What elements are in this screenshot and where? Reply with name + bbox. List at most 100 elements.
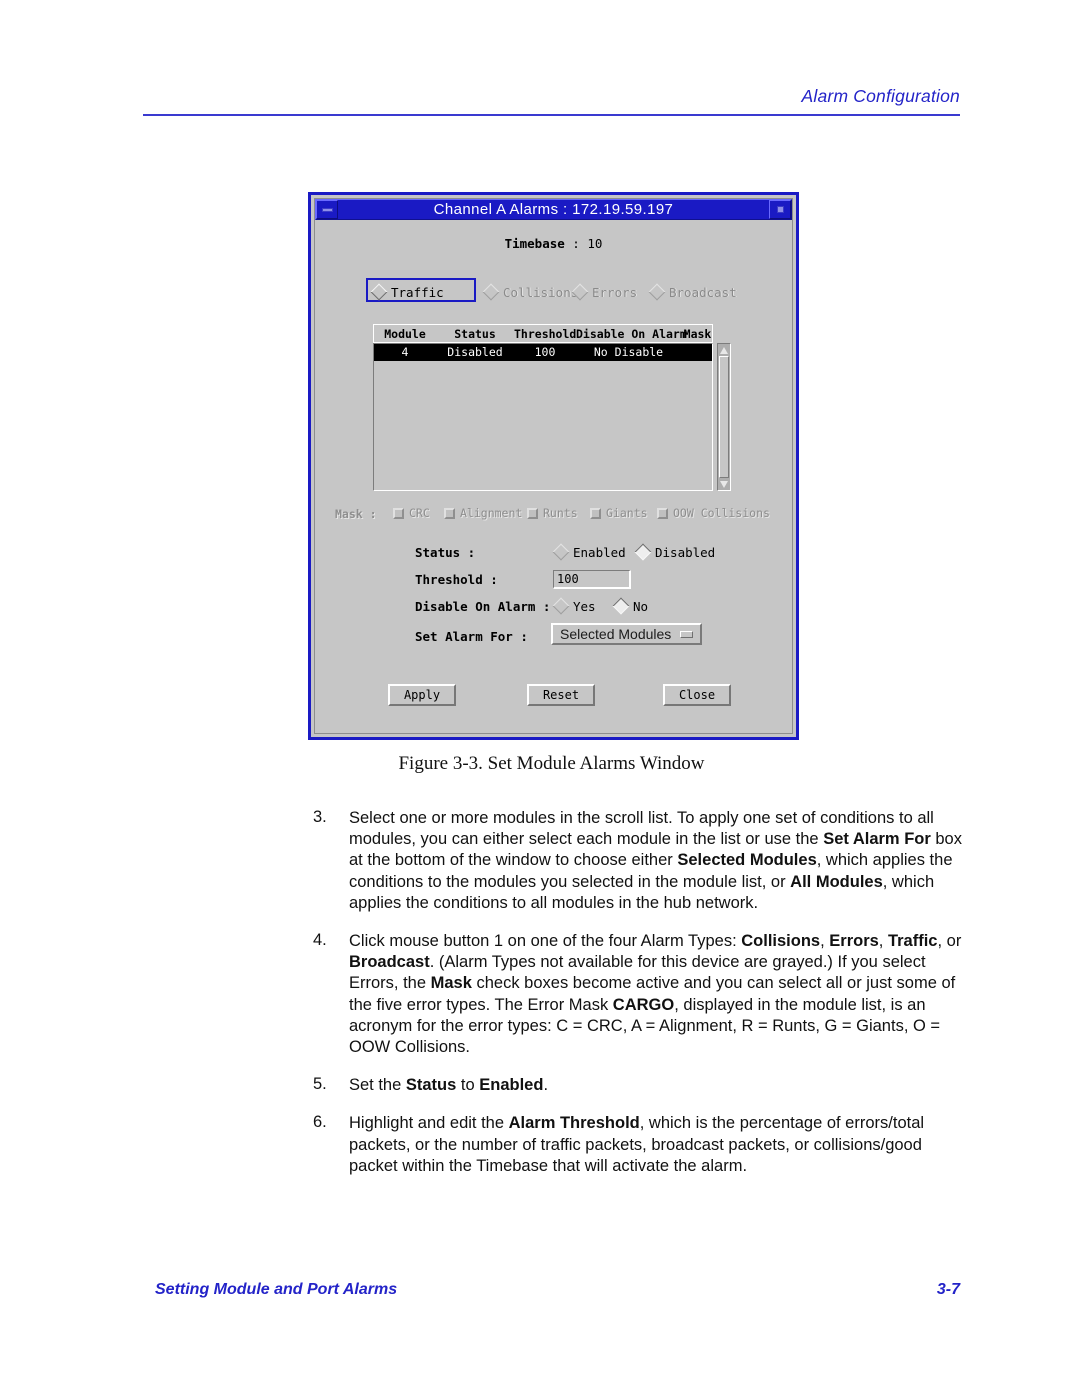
step-number: 4. — [313, 931, 327, 950]
threshold-label: Threshold : — [415, 572, 498, 587]
disable-on-alarm-option-label: No — [633, 598, 649, 614]
radio-diamond-icon — [552, 597, 570, 615]
mask-label: CRC — [409, 506, 430, 520]
checkbox-icon — [590, 507, 601, 519]
module-list-header: Module Status Threshold Disable On Alarm… — [373, 324, 713, 343]
radio-diamond-icon — [552, 543, 570, 561]
status-option-label: Enabled — [573, 544, 626, 560]
step-text: Select one or more modules in the scroll… — [349, 809, 962, 912]
window-title: Channel A Alarms : 172.19.59.197 — [433, 201, 674, 218]
checkbox-icon — [527, 507, 538, 519]
module-list-body[interactable]: 4 Disabled 100 No Disable — [373, 343, 713, 491]
status-option-label: Disabled — [655, 544, 716, 560]
cell-status: Disabled — [447, 345, 503, 359]
alarm-type-radio-group: Traffic Collisions Errors Broadcast — [366, 278, 753, 304]
disable-on-alarm-row: Disable On Alarm : Yes No — [415, 596, 755, 623]
cell-disable-on-alarm: No Disable — [593, 345, 664, 359]
mask-checkbox-alignment: Alignment — [444, 506, 522, 520]
alarm-type-label: Collisions — [503, 284, 579, 300]
minimize-icon — [321, 207, 333, 212]
alarm-type-label: Errors — [592, 284, 638, 300]
radio-diamond-icon — [634, 543, 652, 561]
mask-label: OOW Collisions — [673, 506, 770, 520]
table-row[interactable]: 4 Disabled 100 No Disable — [374, 344, 712, 361]
maximize-icon — [776, 206, 784, 213]
disable-on-alarm-option-no[interactable]: No — [612, 596, 649, 616]
step-number: 5. — [313, 1075, 327, 1094]
radio-diamond-icon — [612, 597, 630, 615]
option-menu-indicator-icon — [680, 630, 694, 638]
column-header-module: Module — [384, 327, 426, 341]
step-text: Click mouse button 1 on one of the four … — [349, 932, 962, 1057]
threshold-row: Threshold : 100 — [415, 569, 755, 596]
dialog-button-row: Apply Reset Close — [315, 684, 792, 708]
status-option-disabled[interactable]: Disabled — [634, 542, 716, 562]
alarm-type-broadcast[interactable]: Broadcast — [648, 282, 737, 302]
radio-diamond-icon — [571, 283, 589, 301]
timebase-label: Timebase — [504, 236, 565, 251]
column-header-mask: Mask — [683, 327, 712, 341]
module-list-scrollbar[interactable] — [717, 343, 731, 491]
scroll-up-arrow-icon[interactable] — [719, 345, 729, 355]
minimize-button[interactable] — [316, 200, 338, 219]
footer-page-number: 3-7 — [936, 1281, 960, 1298]
figure-caption: Figure 3-3. Set Module Alarms Window — [398, 753, 705, 774]
list-item: 4. Click mouse button 1 on one of the fo… — [313, 931, 973, 1058]
mask-checkbox-runts: Runts — [527, 506, 578, 520]
column-header-disable-on-alarm: Disable On Alarm — [576, 327, 687, 341]
cell-module: 4 — [401, 345, 409, 359]
status-option-enabled[interactable]: Enabled — [552, 542, 626, 562]
timebase-separator: : — [564, 236, 588, 251]
scroll-down-arrow-icon[interactable] — [719, 479, 729, 489]
checkbox-icon — [444, 507, 455, 519]
alarm-type-traffic[interactable]: Traffic — [366, 278, 476, 302]
alarm-window: Channel A Alarms : 172.19.59.197 Timebas… — [308, 192, 799, 740]
window-title-bar: Channel A Alarms : 172.19.59.197 — [315, 199, 792, 220]
step-text: Highlight and edit the Alarm Threshold, … — [349, 1114, 925, 1175]
set-alarm-for-row: Set Alarm For : Selected Modules — [415, 623, 755, 655]
mask-label: Giants — [606, 506, 648, 520]
radio-diamond-icon — [482, 283, 500, 301]
threshold-input[interactable]: 100 — [553, 570, 631, 589]
module-list[interactable]: Module Status Threshold Disable On Alarm… — [373, 324, 731, 492]
status-label: Status : — [415, 545, 476, 560]
set-alarm-for-value: Selected Modules — [560, 626, 672, 642]
set-alarm-for-label: Set Alarm For : — [415, 629, 528, 644]
maximize-button[interactable] — [769, 200, 791, 219]
reset-button[interactable]: Reset — [527, 684, 595, 706]
apply-button[interactable]: Apply — [388, 684, 456, 706]
step-number: 3. — [313, 808, 327, 826]
mask-checkbox-giants: Giants — [590, 506, 648, 520]
list-item: 6. Highlight and edit the Alarm Threshol… — [313, 1113, 973, 1177]
step-text: Set the Status to Enabled. — [349, 1076, 549, 1095]
footer-rule — [143, 1273, 960, 1275]
step-number: 6. — [313, 1113, 327, 1132]
disable-on-alarm-label: Disable On Alarm : — [415, 599, 551, 614]
disable-on-alarm-option-label: Yes — [573, 598, 596, 614]
checkbox-icon — [657, 507, 668, 519]
column-header-threshold: Threshold — [514, 327, 577, 341]
error-mask-group: Mask : CRC Alignment Runts Giants OOW Co… — [335, 506, 785, 524]
list-item: 5. Set the Status to Enabled. — [313, 1075, 973, 1096]
radio-diamond-icon — [648, 283, 666, 301]
status-row: Status : Enabled Disabled — [415, 542, 755, 569]
mask-label: Alignment — [460, 506, 523, 520]
checkbox-icon — [393, 507, 404, 519]
figure-image: Channel A Alarms : 172.19.59.197 Timebas… — [308, 192, 799, 740]
disable-on-alarm-option-yes[interactable]: Yes — [552, 596, 596, 616]
mask-group-label: Mask : — [335, 507, 377, 521]
set-alarm-for-option-menu[interactable]: Selected Modules — [551, 623, 703, 645]
scrollbar-thumb[interactable] — [719, 356, 729, 478]
mask-checkbox-crc: CRC — [393, 506, 430, 520]
close-button[interactable]: Close — [663, 684, 731, 706]
window-client-area: Timebase : 10 Traffic Collisions Errors … — [315, 222, 792, 733]
alarm-type-errors[interactable]: Errors — [571, 282, 638, 302]
footer-section-title: Setting Module and Port Alarms — [155, 1281, 398, 1298]
mask-label: Runts — [543, 506, 578, 520]
running-head-rule — [143, 114, 960, 116]
procedure-steps: 3. Select one or more modules in the scr… — [313, 808, 973, 1194]
alarm-settings-form: Status : Enabled Disabled Threshold : 10… — [415, 542, 755, 655]
timebase-readout: Timebase : 10 — [315, 236, 792, 251]
alarm-type-collisions[interactable]: Collisions — [482, 282, 579, 302]
column-header-status: Status — [454, 327, 496, 341]
